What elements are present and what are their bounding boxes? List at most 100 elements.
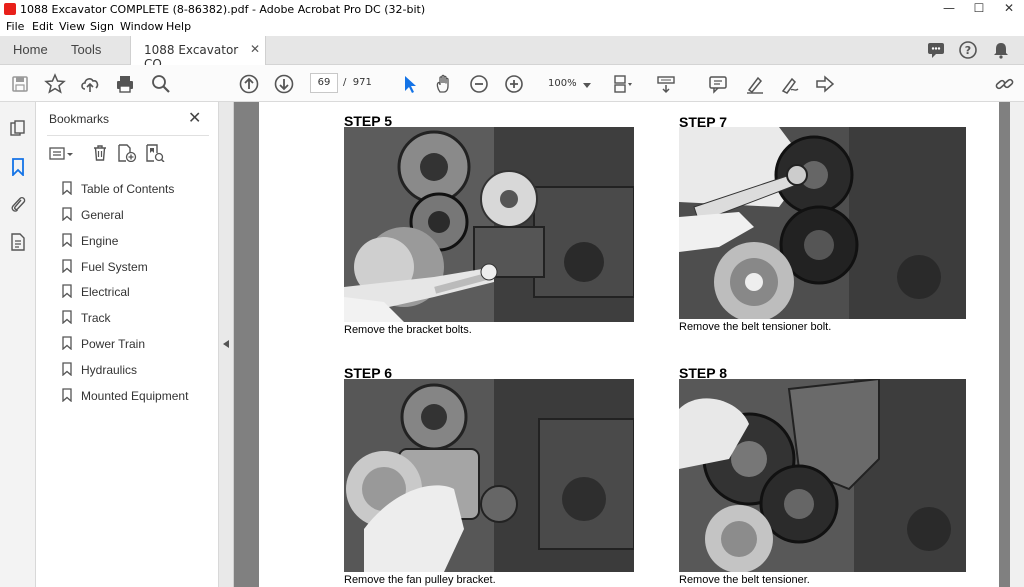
bookmark-label: Track: [81, 311, 111, 325]
notification-bell-icon[interactable]: [991, 40, 1011, 60]
close-window-button[interactable]: ✕: [994, 0, 1024, 18]
tab-tools[interactable]: Tools: [71, 42, 101, 57]
main-toolbar: 69 / 971 100%: [0, 65, 1024, 102]
menu-sign[interactable]: Sign: [90, 20, 114, 33]
print-icon[interactable]: [114, 73, 136, 95]
bookmark-flag-icon: [62, 388, 72, 402]
bookmark-label: Electrical: [81, 285, 130, 299]
pdf-page: STEP 5 Remove the bracket bolts. STEP 7: [259, 102, 999, 587]
svg-text:?: ?: [965, 44, 971, 57]
collapse-panel-icon[interactable]: [223, 340, 229, 348]
hand-tool-icon[interactable]: [433, 73, 455, 95]
vertical-scrollbar[interactable]: [1010, 102, 1024, 587]
document-viewer[interactable]: STEP 5 Remove the bracket bolts. STEP 7: [234, 102, 1024, 587]
minimize-button[interactable]: —: [934, 0, 964, 18]
step-8-photo: [679, 379, 966, 572]
step-caption: Remove the belt tensioner bolt.: [679, 321, 832, 333]
zoom-dropdown[interactable]: 100%: [540, 75, 595, 93]
share-link-icon[interactable]: [994, 73, 1016, 95]
previous-page-icon[interactable]: [238, 73, 260, 95]
zoom-out-icon[interactable]: [468, 73, 490, 95]
menu-edit[interactable]: Edit: [32, 20, 53, 33]
save-icon[interactable]: [9, 73, 31, 95]
step-6-photo: [344, 379, 634, 572]
zoom-value: 100%: [548, 78, 577, 89]
send-for-signature-icon[interactable]: [814, 73, 836, 95]
pane-splitter[interactable]: [219, 102, 234, 587]
delete-trash-icon[interactable]: [91, 144, 109, 162]
bookmark-options-icon[interactable]: [49, 145, 75, 163]
bookmark-label: General: [81, 208, 124, 222]
close-tab-icon[interactable]: ✕: [250, 42, 260, 56]
expand-bookmark-icon[interactable]: [145, 144, 165, 162]
menu-help[interactable]: Help: [166, 20, 191, 33]
help-icon[interactable]: ?: [958, 40, 978, 60]
bookmark-flag-icon: [62, 310, 72, 324]
search-icon[interactable]: [150, 73, 172, 95]
panel-divider: [47, 135, 209, 136]
bookmark-electrical[interactable]: Electrical: [60, 282, 210, 302]
step-5-photo: [344, 127, 634, 322]
bookmark-flag-icon: [62, 362, 72, 376]
bookmark-flag-icon: [62, 336, 72, 350]
bookmark-label: Table of Contents: [81, 182, 175, 196]
bookmark-flag-icon: [62, 233, 72, 247]
attachments-paperclip-icon[interactable]: [9, 195, 27, 213]
maximize-button[interactable]: ☐: [964, 0, 994, 18]
menu-bar: File Edit View Sign Window Help: [0, 18, 1024, 36]
bookmark-general[interactable]: General: [60, 205, 210, 225]
step-caption: Remove the fan pulley bracket.: [344, 574, 496, 586]
page-display-icon[interactable]: [611, 73, 633, 95]
bookmark-engine[interactable]: Engine: [60, 231, 210, 251]
bookmark-fuel-system[interactable]: Fuel System: [60, 257, 210, 277]
bookmark-power-train[interactable]: Power Train: [60, 334, 210, 354]
page-thumbnails-icon[interactable]: [9, 120, 27, 138]
scrolling-mode-icon[interactable]: [655, 73, 677, 95]
select-cursor-icon[interactable]: [399, 73, 421, 95]
bookmarks-panel-title: Bookmarks: [49, 112, 110, 126]
bookmarks-panel: Bookmarks ✕ Table of Contents General En…: [36, 102, 219, 587]
menu-view[interactable]: View: [59, 20, 85, 33]
step-caption: Remove the belt tensioner.: [679, 574, 810, 586]
bookmark-label: Hydraulics: [81, 363, 138, 377]
zoom-in-icon[interactable]: [503, 73, 525, 95]
add-comment-icon[interactable]: [707, 73, 729, 95]
upload-cloud-icon[interactable]: [79, 73, 101, 95]
highlight-pen-icon[interactable]: [744, 73, 766, 95]
close-panel-icon[interactable]: ✕: [188, 108, 201, 128]
step-caption: Remove the bracket bolts.: [344, 324, 472, 336]
total-pages: 971: [352, 77, 372, 88]
menu-window[interactable]: Window: [120, 20, 163, 33]
sign-pen-icon[interactable]: [779, 73, 801, 95]
document-layers-icon[interactable]: [9, 233, 27, 251]
step-7-photo: [679, 127, 966, 319]
bookmark-label: Fuel System: [81, 260, 148, 274]
comment-icon[interactable]: [926, 40, 946, 60]
page-number-input[interactable]: 69: [310, 73, 338, 93]
title-bar: 1088 Excavator COMPLETE (8-86382).pdf - …: [0, 0, 1024, 18]
bookmark-flag-icon: [62, 207, 72, 221]
tab-home[interactable]: Home: [13, 42, 48, 57]
menu-file[interactable]: File: [6, 20, 24, 33]
chevron-down-icon: [583, 83, 591, 88]
bookmark-mounted-equipment[interactable]: Mounted Equipment: [60, 386, 210, 406]
bookmark-table-of-contents[interactable]: Table of Contents: [60, 179, 210, 199]
bookmark-hydraulics[interactable]: Hydraulics: [60, 360, 210, 380]
bookmark-label: Mounted Equipment: [81, 389, 189, 403]
bookmark-flag-icon: [62, 259, 72, 273]
bookmark-label: Power Train: [81, 337, 146, 351]
next-page-icon[interactable]: [273, 73, 295, 95]
bookmark-track[interactable]: Track: [60, 308, 210, 328]
tab-document[interactable]: 1088 Excavator CO... ✕: [130, 36, 266, 71]
bookmark-flag-icon: [62, 181, 72, 195]
bookmarks-panel-icon[interactable]: [9, 158, 27, 176]
bookmark-star-icon[interactable]: [44, 73, 66, 95]
acrobat-app-icon: [4, 3, 16, 15]
window-title: 1088 Excavator COMPLETE (8-86382).pdf - …: [20, 3, 426, 16]
navigation-pane-rail: [0, 102, 36, 587]
bookmark-label: Engine: [81, 234, 119, 248]
new-bookmark-icon[interactable]: [117, 144, 137, 162]
page-count: / 971: [343, 77, 372, 88]
bookmark-flag-icon: [62, 284, 72, 298]
page-separator: /: [343, 77, 347, 88]
